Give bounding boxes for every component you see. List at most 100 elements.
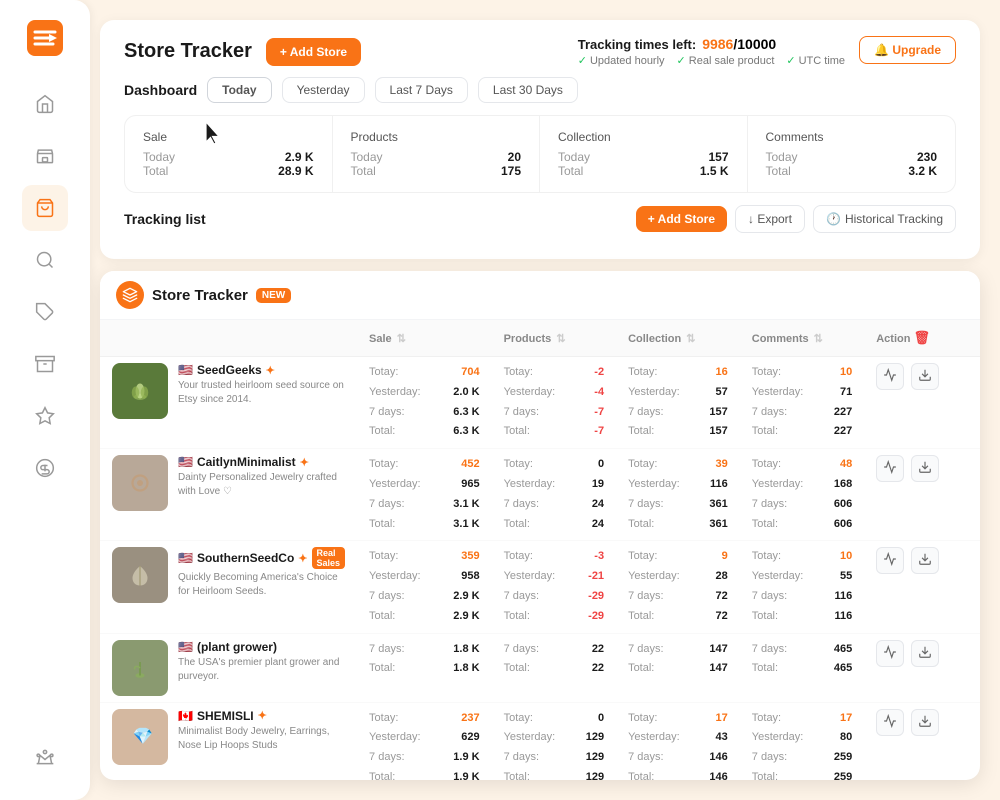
action-cell-3 [864,633,980,702]
sidebar-item-search[interactable] [22,237,68,283]
table-row: 🇺🇸 SouthernSeedCo ✦ Real Sales Quickly B… [100,541,980,633]
store-name-0[interactable]: SeedGeeks [197,363,262,377]
sidebar-item-store[interactable] [22,133,68,179]
action-cell-4 [864,702,980,780]
sidebar-item-tag[interactable] [22,289,68,335]
svg-text:💎: 💎 [133,727,154,745]
store-details-4: 🇨🇦 SHEMISLI ✦ Minimalist Body Jewelry, E… [178,709,345,753]
store-name-2[interactable]: SouthernSeedCo [197,551,294,565]
sale-cell-1: Totay:452 Yesterday:965 7 days:3.1 K Tot… [357,449,492,541]
stats-row: Sale Today2.9 K Total28.9 K Products Tod… [124,115,956,193]
sidebar-item-box[interactable] [22,341,68,387]
sidebar-item-home[interactable] [22,81,68,127]
collection-cell-0: Totay:16 Yesterday:57 7 days:157 Total:1… [616,357,740,449]
store-cell-1: 🇺🇸 CaitlynMinimalist ✦ Dainty Personaliz… [100,449,357,541]
export-row-button-1[interactable] [911,455,939,482]
store-details-0: 🇺🇸 SeedGeeks ✦ Your trusted heirloom see… [178,363,345,407]
store-desc-4: Minimalist Body Jewelry, Earrings, Nose … [178,725,345,753]
stat-sale-label: Sale [143,130,314,144]
store-flag-3: 🇺🇸 [178,640,193,654]
tab-yesterday[interactable]: Yesterday [282,77,365,103]
col-store [100,320,357,357]
tab-today[interactable]: Today [207,77,271,103]
sale-cell-0: Totay:704 Yesterday:2.0 K 7 days:6.3 K T… [357,357,492,449]
chart-button-3[interactable] [876,640,904,667]
chart-button-0[interactable] [876,363,904,390]
products-cell-4: Totay:0 Yesterday:129 7 days:129 Total:1… [492,702,616,780]
col-comments: Comments ⇅ [740,320,864,357]
add-store-button-2[interactable]: + Add Store [636,206,727,232]
sale-cell-3: 7 days:1.8 K Total:1.8 K [357,633,492,702]
store-cell-3: 🇺🇸 (plant grower) The USA's premier plan… [100,633,357,702]
stat-products-label: Products [351,130,522,144]
tracking-meta: ✓ Updated hourly ✓ Real sale product ✓ U… [578,54,845,67]
dashboard-label: Dashboard [124,82,197,98]
store-thumbnail-1 [112,455,168,511]
export-row-button-2[interactable] [911,547,939,574]
store-desc-3: The USA's premier plant grower and purve… [178,656,345,684]
tracking-count: 9986/10000 [702,36,776,52]
meta-utc: ✓ UTC time [786,54,845,67]
historical-tracking-button[interactable]: 🕐 Historical Tracking [813,205,956,233]
sidebar-item-crown[interactable] [22,734,68,780]
store-name-3[interactable]: (plant grower) [197,640,277,654]
add-store-button[interactable]: + Add Store [266,38,361,66]
upgrade-button[interactable]: 🔔 Upgrade [859,36,956,64]
products-cell-1: Totay:0 Yesterday:19 7 days:24 Total:24 [492,449,616,541]
store-flag-1: 🇺🇸 [178,455,193,469]
app-logo [27,20,63,59]
export-row-button-4[interactable] [911,709,939,736]
sidebar-item-bag[interactable] [22,185,68,231]
table-row: 💎 🇨🇦 SHEMISLI ✦ Minimalist Body Jewelry,… [100,702,980,780]
chart-button-4[interactable] [876,709,904,736]
store-flag-4: 🇨🇦 [178,709,193,723]
products-cell-0: Totay:-2 Yesterday:-4 7 days:-7 Total:-7 [492,357,616,449]
export-row-button-3[interactable] [911,640,939,667]
comments-cell-2: Totay:10 Yesterday:55 7 days:116 Total:1… [740,541,864,633]
store-desc-2: Quickly Becoming America's Choice for He… [178,571,345,599]
tab-last7days[interactable]: Last 7 Days [375,77,468,103]
store-cell-0: 🇺🇸 SeedGeeks ✦ Your trusted heirloom see… [100,357,357,449]
clock-icon: 🕐 [826,212,841,226]
store-name-1[interactable]: CaitlynMinimalist [197,455,296,469]
store-cell-2: 🇺🇸 SouthernSeedCo ✦ Real Sales Quickly B… [100,541,357,633]
collection-cell-2: Totay:9 Yesterday:28 7 days:72 Total:72 [616,541,740,633]
popup-header: Store Tracker NEW [100,271,980,320]
store-desc-1: Dainty Personalized Jewelry crafted with… [178,471,345,499]
table-row: 🇺🇸 CaitlynMinimalist ✦ Dainty Personaliz… [100,449,980,541]
tracking-label: Tracking times left: [578,37,696,52]
popup-logo-icon [116,281,144,309]
chart-button-1[interactable] [876,455,904,482]
store-cell-4: 💎 🇨🇦 SHEMISLI ✦ Minimalist Body Jewelry,… [100,702,357,780]
sidebar [0,0,90,800]
tracking-list-label: Tracking list [124,211,206,227]
sale-cell-4: Totay:237 Yesterday:629 7 days:1.9 K Tot… [357,702,492,780]
store-name-4[interactable]: SHEMISLI [197,709,254,723]
table-scroll[interactable]: Sale ⇅ Products ⇅ Collection ⇅ Comments … [100,320,980,780]
popup-title: Store Tracker [152,287,248,304]
sale-cell-2: Totay:359 Yesterday:958 7 days:2.9 K Tot… [357,541,492,633]
new-badge: NEW [256,288,291,303]
dashboard-tabs: Dashboard Today Yesterday Last 7 Days La… [124,77,956,103]
export-button[interactable]: ↓ Export [735,205,805,233]
chart-button-2[interactable] [876,547,904,574]
stat-products: Products Today20 Total175 [333,116,541,192]
comments-cell-3: 7 days:465 Total:465 [740,633,864,702]
stat-collection: Collection Today157 Total1.5 K [540,116,748,192]
store-desc-0: Your trusted heirloom seed source on Ets… [178,379,345,407]
comments-cell-0: Totay:10 Yesterday:71 7 days:227 Total:2… [740,357,864,449]
store-thumbnail-0 [112,363,168,419]
sidebar-item-dollar[interactable] [22,445,68,491]
tracking-used: 9986 [702,36,733,52]
action-cell-1 [864,449,980,541]
action-cell-2 [864,541,980,633]
export-row-button-0[interactable] [911,363,939,390]
stat-comments-label: Comments [766,130,938,144]
stat-comments: Comments Today230 Total3.2 K [748,116,956,192]
sidebar-item-star[interactable] [22,393,68,439]
tab-last30days[interactable]: Last 30 Days [478,77,578,103]
store-flag-2: 🇺🇸 [178,551,193,565]
meta-real-sale: ✓ Real sale product [677,54,775,67]
header-right: Tracking times left: 9986/10000 ✓ Update… [578,36,956,67]
tracking-total: 10000 [737,36,776,52]
